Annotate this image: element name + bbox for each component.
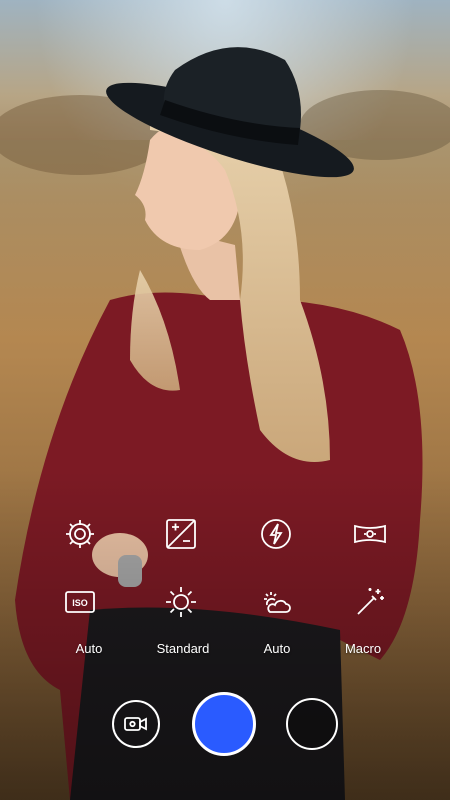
shutter-bar xyxy=(0,692,450,758)
weather-label: Auto xyxy=(263,641,291,656)
panorama-icon xyxy=(354,524,386,544)
iso-button[interactable]: ISO xyxy=(60,582,100,622)
brightness-icon xyxy=(166,587,196,617)
video-mode-button[interactable] xyxy=(112,700,160,748)
weather-button[interactable] xyxy=(256,582,296,622)
settings-button[interactable] xyxy=(60,514,100,554)
brightness-button[interactable] xyxy=(161,582,201,622)
panorama-button[interactable] xyxy=(350,514,390,554)
exposure-button[interactable] xyxy=(161,514,201,554)
camera-screen: ISO Auto Standard Auto Macro xyxy=(0,0,450,800)
flash-button[interactable] xyxy=(256,514,296,554)
macro-button[interactable] xyxy=(350,582,390,622)
exposure-compensation-icon xyxy=(166,519,196,549)
gear-icon xyxy=(66,520,94,548)
settings-row xyxy=(0,514,450,554)
flash-auto-icon xyxy=(261,519,291,549)
iso-label: Auto xyxy=(75,641,103,656)
iso-badge-text: ISO xyxy=(72,598,88,608)
mode-labels: Auto Standard Auto Macro xyxy=(0,641,450,661)
magic-wand-icon xyxy=(357,588,384,615)
shutter-button[interactable] xyxy=(192,692,256,756)
brightness-label: Standard xyxy=(156,641,210,656)
modes-row: ISO xyxy=(0,582,450,622)
iso-icon: ISO xyxy=(65,591,95,613)
weather-auto-icon xyxy=(264,592,291,613)
video-camera-icon xyxy=(124,717,147,731)
gallery-button[interactable] xyxy=(286,698,338,750)
macro-label: Macro xyxy=(344,641,382,656)
